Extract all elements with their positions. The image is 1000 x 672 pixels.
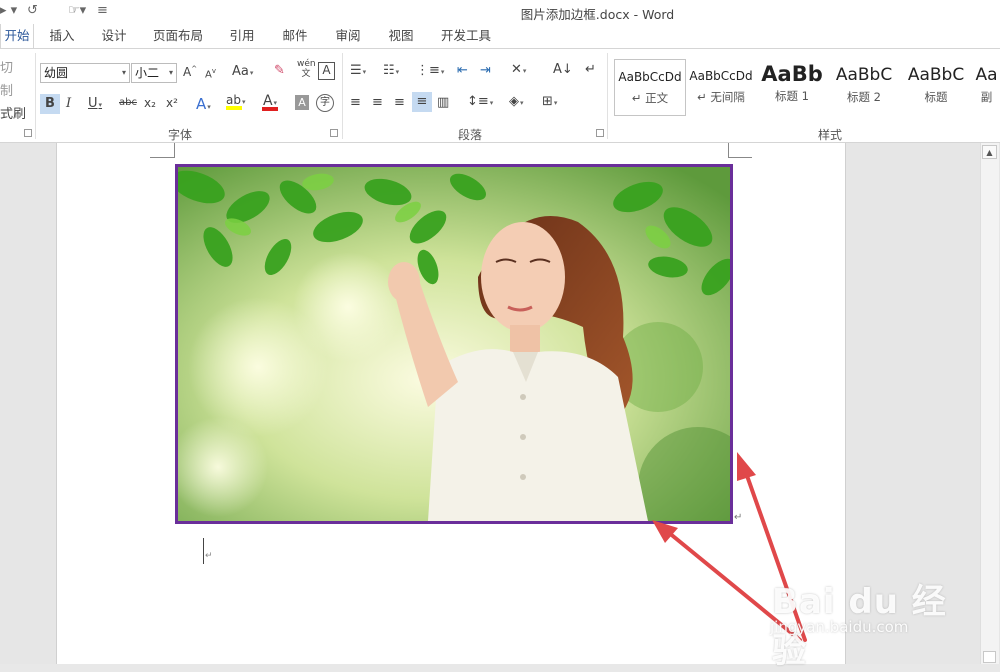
scroll-up-icon[interactable]: ▲	[982, 145, 997, 159]
arrow-head	[737, 452, 756, 481]
scroll-thumb[interactable]	[983, 651, 996, 663]
vertical-scrollbar[interactable]: ▲	[980, 143, 999, 664]
baidu-watermark: Bai du 经验 jingyan.baidu.com	[762, 560, 972, 671]
watermark-url: jingyan.baidu.com	[770, 618, 909, 636]
